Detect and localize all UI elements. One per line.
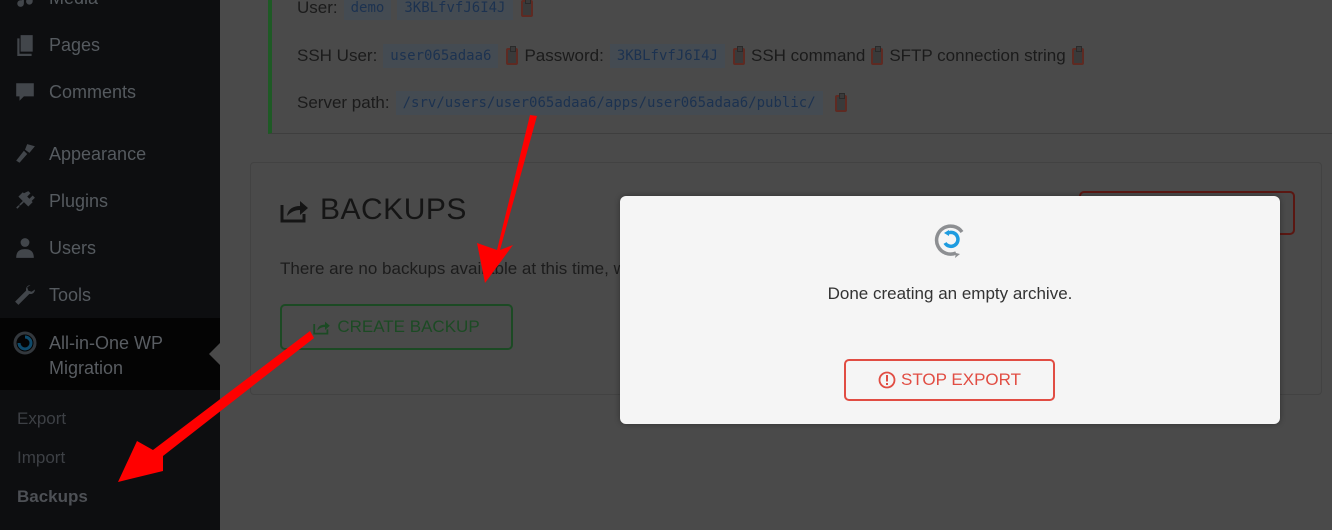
plugins-icon xyxy=(13,189,37,213)
clipboard-icon[interactable] xyxy=(834,92,847,112)
clipboard-icon[interactable] xyxy=(520,0,533,17)
tools-icon xyxy=(13,283,37,307)
ssh-command-label: SSH command xyxy=(750,46,866,65)
sidebar-current-label-line2: Migration xyxy=(49,358,124,378)
sidebar-item-label: Media xyxy=(49,0,98,9)
stop-export-label: STOP EXPORT xyxy=(901,370,1021,389)
ai1wm-logo-icon xyxy=(12,330,38,356)
sidebar-item-label: Appearance xyxy=(49,143,147,164)
submenu-export[interactable]: Export xyxy=(17,409,66,429)
sidebar-item-label: Plugins xyxy=(49,190,109,211)
admin-sidebar: Media Pages Comments Appearance Plugins … xyxy=(0,0,220,530)
ssh-user-value: user065adaa6 xyxy=(383,44,499,68)
ssh-row: SSH User: user065adaa6 Password: 3KBLfvf… xyxy=(297,44,1090,68)
exclamation-circle-icon xyxy=(878,371,896,389)
sidebar-item-all-in-one-wp-migration[interactable]: All-in-One WP Migration xyxy=(0,318,220,390)
sftp-label: SFTP connection string xyxy=(889,46,1066,65)
sidebar-item-media[interactable]: Media xyxy=(0,0,220,18)
create-backup-label: CREATE BACKUP xyxy=(337,317,480,336)
comments-icon xyxy=(13,80,37,104)
appearance-icon xyxy=(13,142,37,166)
sidebar-item-tools[interactable]: Tools xyxy=(0,275,220,315)
sidebar-item-label: Tools xyxy=(49,284,92,305)
sidebar-item-label: Comments xyxy=(49,81,137,102)
server-path-label: Server path: xyxy=(297,93,390,112)
sidebar-current-label-line1: All-in-One WP xyxy=(49,333,164,353)
server-path-row: Server path: /srv/users/user065adaa6/app… xyxy=(297,91,853,115)
user-value: demo xyxy=(343,0,392,20)
submenu-backups[interactable]: Backups xyxy=(17,487,88,507)
media-icon xyxy=(13,0,37,10)
sidebar-item-label: Pages xyxy=(49,34,101,55)
export-icon xyxy=(313,321,331,335)
sidebar-item-plugins[interactable]: Plugins xyxy=(0,181,220,221)
export-icon xyxy=(280,201,308,223)
export-progress-modal: Done creating an empty archive. STOP EXP… xyxy=(620,196,1280,424)
modal-message: Done creating an empty archive. xyxy=(827,284,1073,303)
create-backup-button[interactable]: CREATE BACKUP xyxy=(280,304,513,350)
backups-title: BACKUPS xyxy=(280,193,467,227)
clipboard-icon[interactable] xyxy=(1071,45,1084,65)
sidebar-item-appearance[interactable]: Appearance xyxy=(0,134,220,174)
server-path-value: /srv/users/user065adaa6/apps/user065adaa… xyxy=(395,91,823,115)
submenu-import[interactable]: Import xyxy=(17,448,65,468)
current-menu-notch xyxy=(209,343,220,365)
password-value: 3KBLfvfJ6I4J xyxy=(609,44,725,68)
sidebar-item-label: Users xyxy=(49,237,97,258)
ssh-user-label: SSH User: xyxy=(297,46,378,65)
sidebar-item-pages[interactable]: Pages xyxy=(0,25,220,65)
credentials-notice: User: demo 3KBLfvfJ6I4J SSH User: user06… xyxy=(268,0,1332,134)
users-icon xyxy=(13,236,37,260)
sidebar-item-comments[interactable]: Comments xyxy=(0,72,220,112)
backups-title-text: BACKUPS xyxy=(320,193,467,226)
user-password: 3KBLfvfJ6I4J xyxy=(397,0,513,20)
user-label: User: xyxy=(297,0,338,17)
stop-export-button[interactable]: STOP EXPORT xyxy=(844,359,1055,401)
user-row: User: demo 3KBLfvfJ6I4J xyxy=(297,0,539,20)
clipboard-icon[interactable] xyxy=(871,45,884,65)
clipboard-icon[interactable] xyxy=(732,45,745,65)
sidebar-item-users[interactable]: Users xyxy=(0,228,220,268)
pages-icon xyxy=(13,33,37,57)
spinner-icon xyxy=(934,224,964,258)
clipboard-icon[interactable] xyxy=(506,45,519,65)
password-label: Password: xyxy=(524,46,604,65)
